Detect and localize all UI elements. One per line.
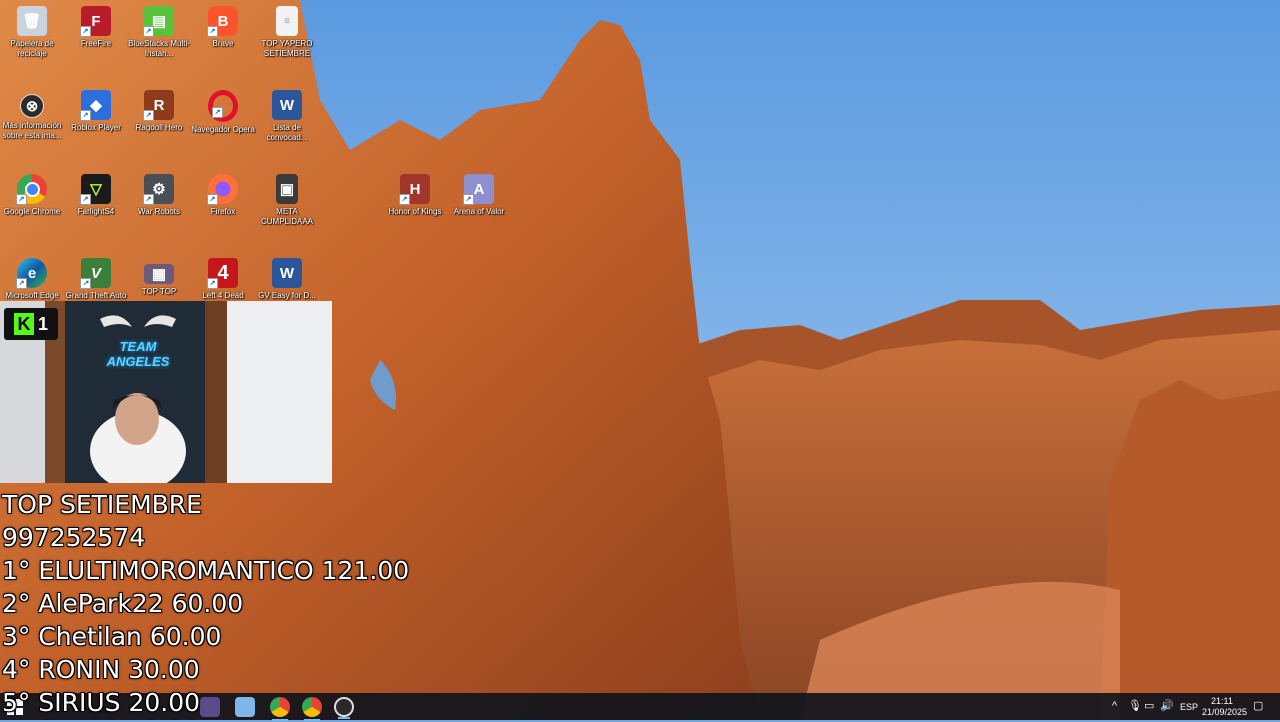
volume-icon[interactable]: 🔊	[1160, 699, 1174, 713]
freefire-icon: F ↗	[80, 6, 111, 37]
word-doc-icon: W	[272, 258, 302, 288]
show-hidden-icons-chevron-icon[interactable]: ^	[1112, 699, 1117, 713]
icon-label: Brave	[212, 39, 234, 48]
image-file-icon: ▣	[276, 174, 298, 204]
icon-label: Left 4 Dead	[202, 291, 244, 300]
icon-label: TOP TOP	[141, 287, 177, 296]
farlight-icon: ▽ ↗	[80, 174, 111, 205]
shortcut-arrow-icon: ↗	[80, 110, 91, 121]
recycle-bin-icon: 🗑	[17, 6, 47, 36]
ranking-title: TOP SETIEMBRE	[2, 490, 202, 519]
ragdoll-hero-icon: R ↗	[143, 90, 174, 121]
language-indicator[interactable]: ESP	[1180, 702, 1198, 712]
icon-label: Firefox	[210, 207, 236, 216]
honor-of-kings-icon: H ↗	[399, 174, 430, 205]
desktop-icon-lista-convocados[interactable]: W Lista de convocad...	[256, 86, 318, 166]
icon-label: Navegador Opera	[191, 125, 255, 134]
desktop-icon-chrome[interactable]: ↗ Google Chrome	[1, 170, 63, 250]
desktop-icon-honor-of-kings[interactable]: H ↗ Honor of Kings	[384, 170, 446, 250]
webcam-banner-text: TEAM ANGELES	[106, 339, 170, 369]
image-file-icon: ▦	[144, 264, 174, 284]
desktop-icon-roblox[interactable]: ◆ ↗ Roblox Player	[65, 86, 127, 166]
shortcut-arrow-icon: ↗	[207, 194, 218, 205]
icon-label: Google Chrome	[3, 207, 61, 216]
shortcut-arrow-icon: ↗	[16, 194, 27, 205]
spotlight-info-icon: ⊗	[20, 94, 44, 118]
desktop-icon-arena-of-valor[interactable]: A ↗ Arena of Valor	[448, 170, 510, 250]
icon-label: Ragdoll Hero	[135, 123, 183, 132]
desktop-icon-recycle-bin[interactable]: 🗑 Papelera de reciclaje	[1, 2, 63, 82]
ranking-item-3: 3° Chetilan 60.00	[2, 622, 222, 651]
chrome-icon: ↗	[16, 174, 47, 205]
icon-label: Más información sobre esta ima...	[2, 121, 62, 140]
icon-label: TOP YAPERO SETIEMBRE	[261, 39, 313, 58]
shortcut-arrow-icon: ↗	[207, 278, 218, 289]
desktop-icon-opera[interactable]: ↗ Navegador Opera	[191, 86, 255, 166]
ranking-item-1: 1° ELULTIMOROMANTICO 121.00	[2, 556, 410, 585]
gta-v-icon: V ↗	[80, 258, 111, 289]
icon-label: Roblox Player	[71, 123, 121, 132]
microphone-icon[interactable]: 🎙	[1128, 699, 1142, 713]
edge-icon: e ↗	[16, 258, 47, 289]
shortcut-arrow-icon: ↗	[399, 194, 410, 205]
chrome-icon[interactable]	[270, 697, 290, 721]
shortcut-arrow-icon: ↗	[207, 26, 218, 37]
ranking-item-4: 4° RONIN 30.00	[2, 655, 200, 684]
war-robots-icon: ⚙ ↗	[143, 174, 174, 205]
desktop-icon-meta-cumplida[interactable]: ▣ META CUMPLIDAAA	[256, 170, 318, 250]
icon-label: GV Easy for D...	[258, 291, 316, 300]
ranking-item-5: 5° SIRIUS 20.00	[2, 688, 201, 717]
desktop-icon-top-yapero[interactable]: ≡ TOP YAPERO SETIEMBRE	[256, 2, 318, 82]
icon-label: BlueStacks Multi-Instan...	[128, 39, 190, 58]
clock-time[interactable]: 21:11	[1211, 696, 1233, 706]
desktop-icon-ragdoll-hero[interactable]: R ↗ Ragdoll Hero	[128, 86, 190, 166]
desktop-icon-war-robots[interactable]: ⚙ ↗ War Robots	[128, 170, 190, 250]
opera-icon: ↗	[208, 90, 238, 122]
roblox-icon: ◆ ↗	[80, 90, 111, 121]
icon-label: Arena of Valor	[453, 207, 505, 216]
icon-label: FarlightS4	[77, 207, 115, 216]
file-explorer-icon[interactable]	[235, 697, 255, 717]
icon-label: Lista de convocad...	[266, 123, 308, 142]
desktop-icon-freefire[interactable]: F ↗ FreeFire	[65, 2, 127, 82]
bluestacks-multi-icon: ▤ ↗	[143, 6, 174, 37]
brave-icon: B ↗	[207, 6, 238, 37]
shortcut-arrow-icon: ↗	[143, 194, 154, 205]
firefox-icon: ↗	[207, 174, 238, 205]
word-doc-icon: W	[272, 90, 302, 120]
icon-label: War Robots	[138, 207, 180, 216]
kick-viewer-count: 1	[37, 313, 48, 334]
shortcut-arrow-icon: ↗	[212, 107, 223, 118]
chrome-icon[interactable]	[302, 697, 322, 721]
desktop-icon-farlight[interactable]: ▽ ↗ FarlightS4	[65, 170, 127, 250]
desktop-icon-spotlight-info[interactable]: ⊗ Más información sobre esta ima...	[1, 86, 63, 166]
desktop-icon-bluestacks-multi[interactable]: ▤ ↗ BlueStacks Multi-Instan...	[128, 2, 190, 82]
ranking-phone: 997252574	[2, 523, 146, 552]
notification-center-icon[interactable]: ▢	[1253, 699, 1263, 713]
shortcut-arrow-icon: ↗	[80, 26, 91, 37]
left4dead-icon: 4 ↗	[207, 258, 238, 289]
kick-logo-icon: K	[13, 313, 34, 335]
shortcut-arrow-icon: ↗	[80, 194, 91, 205]
shortcut-arrow-icon: ↗	[16, 278, 27, 289]
clock-date[interactable]: 21/09/2025	[1202, 707, 1247, 717]
network-icon[interactable]: ▭	[1144, 699, 1154, 713]
icon-label: Microsoft Edge	[5, 291, 59, 300]
shortcut-arrow-icon: ↗	[463, 194, 474, 205]
ranking-item-2: 2° AlePark22 60.00	[2, 589, 244, 618]
shortcut-arrow-icon: ↗	[80, 278, 91, 289]
icon-label: FreeFire	[80, 39, 112, 48]
icon-label: META CUMPLIDAAA	[260, 207, 313, 226]
shortcut-arrow-icon: ↗	[143, 110, 154, 121]
icon-label: Honor of Kings	[388, 207, 442, 216]
search-icon[interactable]	[200, 697, 220, 717]
shortcut-arrow-icon: ↗	[143, 26, 154, 37]
desktop-icon-brave[interactable]: B ↗ Brave	[192, 2, 254, 82]
text-file-icon: ≡	[276, 6, 298, 36]
kick-viewer-badge: K 1	[4, 308, 58, 340]
icon-label: Papelera de reciclaje	[10, 39, 54, 58]
arena-of-valor-icon: A ↗	[463, 174, 494, 205]
desktop-icon-firefox[interactable]: ↗ Firefox	[192, 170, 254, 250]
obs-icon[interactable]	[334, 697, 354, 719]
